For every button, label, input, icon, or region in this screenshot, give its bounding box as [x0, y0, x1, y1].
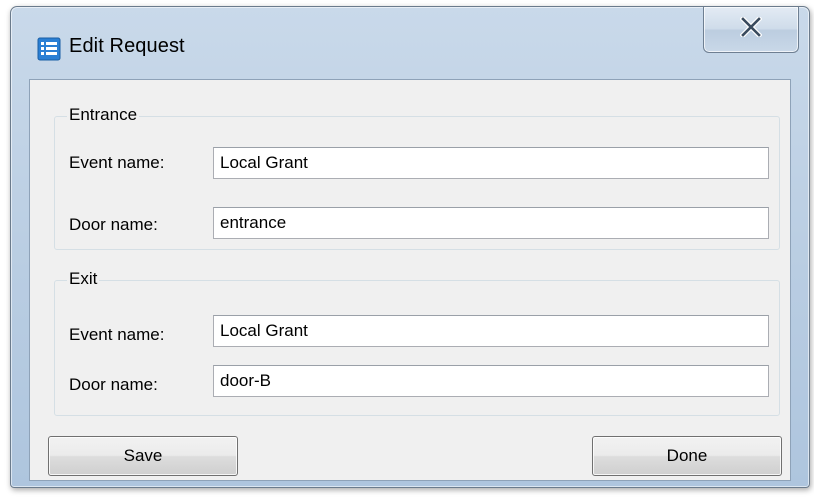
done-button[interactable]: Done: [592, 436, 782, 476]
entrance-group: Entrance Event name: Door name:: [54, 105, 780, 250]
exit-door-name-label: Door name:: [69, 375, 158, 394]
close-x-icon: [739, 15, 763, 42]
exit-event-name-input[interactable]: [213, 315, 769, 347]
entrance-door-name-input[interactable]: [213, 207, 769, 239]
exit-door-name-input[interactable]: [213, 365, 769, 397]
exit-group: Exit Event name: Door name:: [54, 269, 780, 416]
entrance-door-name-label: Door name:: [69, 215, 158, 234]
entrance-group-legend: Entrance: [67, 105, 140, 125]
close-button[interactable]: [703, 7, 799, 53]
exit-group-legend: Exit: [67, 269, 100, 289]
title-bar[interactable]: Edit Request: [11, 7, 809, 77]
entrance-event-name-input[interactable]: [213, 147, 769, 179]
exit-event-name-label: Event name:: [69, 325, 165, 344]
entrance-event-name-label: Event name:: [69, 153, 165, 172]
edit-request-window: Edit Request Entrance Event name: Door n…: [10, 6, 810, 488]
app-list-icon: [37, 37, 61, 61]
window-title: Edit Request: [69, 35, 185, 57]
dialog-client-area: Entrance Event name: Door name: Exit Eve…: [29, 79, 791, 481]
save-button[interactable]: Save: [48, 436, 238, 476]
